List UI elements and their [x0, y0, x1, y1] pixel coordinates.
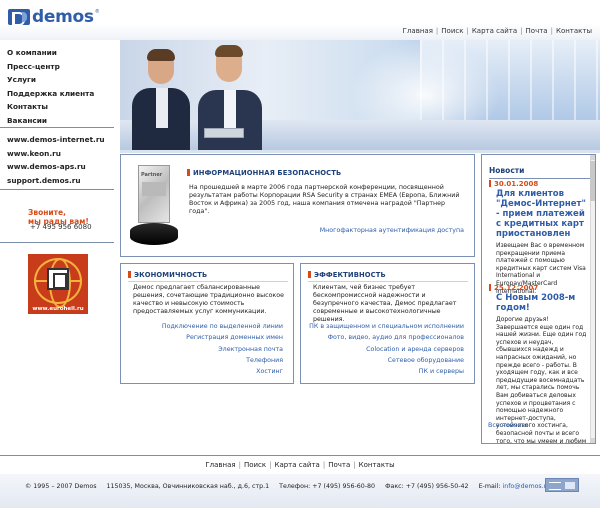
contact-phone: +7 495 956 6080: [30, 223, 92, 231]
news-date: 25.12.2007: [489, 284, 538, 292]
leased-line-link[interactable]: Подключение по выделенной линии: [162, 321, 283, 332]
award-plaque-icon: [138, 165, 170, 223]
security-title: ИНФОРМАЦИОННАЯ БЕЗОПАСНОСТЬ: [187, 169, 341, 177]
banner-caption: www.eurohell.ru: [32, 306, 84, 312]
footer-nav-search[interactable]: Поиск: [244, 461, 266, 469]
security-text: На прошедшей в марте 2006 года партнерск…: [189, 184, 460, 215]
network-equipment-link[interactable]: Сетевое оборудование: [309, 355, 464, 366]
divider: [128, 281, 288, 282]
hero-image: [120, 40, 600, 150]
menu-item-about[interactable]: О компании: [7, 46, 120, 60]
top-nav-home[interactable]: Главная: [403, 27, 433, 35]
call-us-line1: Звоните,: [28, 208, 66, 217]
divider: [0, 242, 114, 243]
multifactor-auth-link[interactable]: Многофакторная аутентификация доступа: [320, 227, 464, 234]
divider: [0, 189, 114, 190]
scroll-down-arrow-icon[interactable]: [590, 438, 595, 443]
scrollbar-thumb[interactable]: [590, 161, 595, 201]
footer-phone: Телефон: +7 (495) 956-60-80: [279, 483, 376, 490]
divider: [0, 127, 114, 128]
news-panel: Новости 30.01.2008 Для клиентов "Демос-И…: [481, 154, 596, 444]
left-sidebar: О компании Пресс-центр Услуги Поддержка …: [0, 40, 120, 458]
main-menu: О компании Пресс-центр Услуги Поддержка …: [7, 46, 120, 127]
footer-nav-sitemap[interactable]: Карта сайта: [274, 461, 319, 469]
pc-servers-link[interactable]: ПК и серверы: [309, 366, 464, 377]
logo-mark-icon: [8, 9, 30, 26]
email-service-link[interactable]: Электронная почта: [162, 344, 283, 355]
top-nav-mail[interactable]: Почта: [526, 27, 548, 35]
email-link[interactable]: info@demos.ru: [502, 483, 550, 490]
shirt: [224, 90, 236, 130]
footer-nav-mail[interactable]: Почта: [328, 461, 350, 469]
news-title: Новости: [489, 166, 525, 175]
economy-links: Подключение по выделенной линии Регистра…: [162, 321, 283, 377]
domain-registration-link[interactable]: Регистрация доменных имен: [162, 332, 283, 343]
menu-item-vacancies[interactable]: Вакансии: [7, 114, 120, 128]
menu-item-contacts[interactable]: Контакты: [7, 100, 120, 114]
partner-award-image: [128, 163, 180, 248]
site-link-demos-internet[interactable]: www.demos-internet.ru: [7, 133, 105, 147]
logo-registered-mark: ®: [94, 9, 100, 15]
top-nav-contacts[interactable]: Контакты: [556, 27, 592, 35]
laptop-icon: [204, 128, 244, 138]
logo-text: demos: [32, 7, 94, 27]
divider: [489, 178, 591, 179]
top-nav-sitemap[interactable]: Карта сайта: [472, 27, 517, 35]
shirt: [156, 88, 168, 128]
demos-logo[interactable]: demos ®: [8, 7, 100, 27]
counter-badge-icon[interactable]: [545, 478, 579, 492]
top-nav-search[interactable]: Поиск: [441, 27, 463, 35]
site-link-keon[interactable]: www.keon.ru: [7, 147, 105, 161]
scroll-up-arrow-icon[interactable]: [590, 155, 595, 160]
economy-panel: ЭКОНОМИЧНОСТЬ Демос предлагает сбалансир…: [120, 263, 294, 384]
efficiency-text: Клиентам, чей бизнес требует бескомпроми…: [313, 284, 457, 323]
telephony-link[interactable]: Телефония: [162, 355, 283, 366]
site-link-demos-aps[interactable]: www.demos-aps.ru: [7, 160, 105, 174]
footer-nav: Главная | Поиск | Карта сайта | Почта | Конт…: [205, 461, 395, 469]
euroshell-banner[interactable]: www.eurohell.ru: [28, 254, 88, 314]
copyright: © 1995 – 2007 Demos: [25, 483, 97, 490]
efficiency-title: ЭФФЕКТИВНОСТЬ: [308, 271, 386, 279]
menu-item-services[interactable]: Услуги: [7, 73, 120, 87]
footer-nav-contacts[interactable]: Контакты: [359, 461, 395, 469]
all-news-link[interactable]: Все новости: [488, 422, 528, 429]
divider: [0, 455, 600, 456]
top-nav: Главная | Поиск | Карта сайта | Почта | Конт…: [402, 27, 592, 35]
news-headline-link[interactable]: С Новым 2008-м годом!: [496, 293, 592, 313]
news-headline-link[interactable]: Для клиентов "Демос-Интернет" - прием пл…: [496, 189, 592, 239]
address: 115035, Москва, Овчинниковская наб., д.6…: [106, 483, 270, 490]
security-panel: ИНФОРМАЦИОННАЯ БЕЗОПАСНОСТЬ На прошедшей…: [120, 154, 475, 257]
footer-info: © 1995 – 2007 Demos 115035, Москва, Овчи…: [25, 483, 550, 490]
divider: [308, 281, 468, 282]
rugged-pc-link[interactable]: ПК в защищенном и специальном исполнении: [309, 321, 464, 332]
hair: [147, 49, 175, 61]
divider: [120, 150, 600, 153]
photo-video-audio-link[interactable]: Фото, видео, аудио для профессионалов: [309, 332, 464, 343]
award-base: [130, 223, 178, 245]
menu-item-press[interactable]: Пресс-центр: [7, 60, 120, 74]
colocation-link[interactable]: Colocation и аренда серверов: [309, 344, 464, 355]
site-link-support[interactable]: support.demos.ru: [7, 174, 105, 188]
economy-text: Демос предлагает сбалансированные решени…: [133, 284, 284, 315]
news-date: 30.01.2008: [489, 180, 538, 188]
banner-logo-icon: [47, 268, 69, 290]
efficiency-panel: ЭФФЕКТИВНОСТЬ Клиентам, чей бизнес требу…: [300, 263, 475, 384]
menu-item-support[interactable]: Поддержка клиента: [7, 87, 120, 101]
hosting-link[interactable]: Хостинг: [162, 366, 283, 377]
email-label: E-mail:: [478, 483, 501, 490]
hair: [215, 45, 243, 57]
footer: [0, 474, 600, 508]
sites-menu: www.demos-internet.ru www.keon.ru www.de…: [7, 133, 105, 187]
economy-title: ЭКОНОМИЧНОСТЬ: [128, 271, 207, 279]
efficiency-links: ПК в защищенном и специальном исполнении…: [309, 321, 464, 377]
footer-nav-home[interactable]: Главная: [205, 461, 235, 469]
footer-fax: Факс: +7 (495) 956-50-42: [385, 483, 469, 490]
office-floor: [120, 120, 600, 150]
